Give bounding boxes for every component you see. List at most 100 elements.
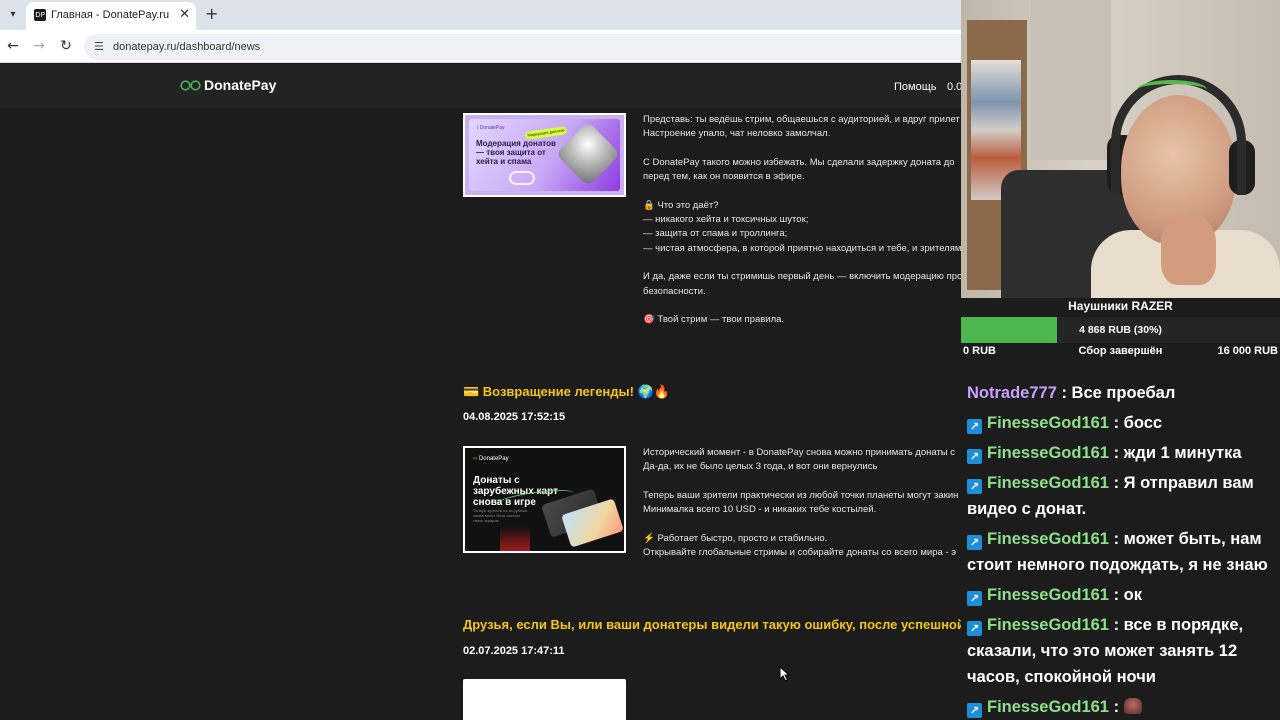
news-image[interactable]	[463, 679, 626, 720]
news-body-line: Настроение упало, чат неловко замолчал.	[643, 128, 831, 140]
news-body-line: безопасности.	[643, 285, 706, 297]
mouse-cursor-icon	[779, 666, 791, 682]
news-body-line	[643, 517, 958, 531]
chat-message: ↗ FinesseGod161 : жди 1 минутка	[961, 438, 1280, 468]
banner-logo: ∞ DonatePay	[473, 456, 509, 462]
news-title[interactable]: 💳 Возвращение легенды! 🌍🔥	[463, 384, 670, 400]
news-body-line: — защита от спама и троллинга;	[643, 228, 788, 240]
news-image[interactable]: ∞ DonatePay Донаты с зарубежных карт сно…	[463, 446, 626, 553]
chat-message: ↗ FinesseGod161 : все в порядке, сказали,…	[961, 610, 1280, 692]
news-feed: / DonatePay Модерация донатов Модерация …	[0, 108, 961, 720]
news-body-line: 🔒 Что это даёт?	[643, 199, 719, 211]
logo-text[interactable]: DonatePay	[204, 77, 276, 93]
chat-message: ↗ FinesseGod161 : босс	[961, 408, 1280, 438]
forward-arrow-icon[interactable]: →	[30, 37, 48, 55]
chat-text: босс	[1123, 414, 1163, 432]
browser-toolbar: ← → ↻ ☰ donatepay.ru/dashboard/news	[0, 30, 961, 63]
chat-username: FinesseGod161	[987, 474, 1109, 492]
nav-help-link[interactable]: Помощь	[894, 81, 937, 93]
prime-badge-icon: ↗	[967, 621, 982, 636]
chat-separator: :	[1056, 384, 1072, 402]
chain-icon	[509, 171, 535, 185]
site-info-icon[interactable]: ☰	[94, 40, 104, 54]
chat-username: FinesseGod161	[987, 444, 1109, 462]
goal-progress-bar: 4 868 RUB (30%)	[961, 317, 1280, 343]
prime-badge-icon: ↗	[967, 449, 982, 464]
news-image[interactable]: / DonatePay Модерация донатов Модерация …	[463, 113, 626, 197]
goal-amount: 4 868 RUB (30%)	[1079, 324, 1162, 336]
news-title[interactable]: Друзья, если Вы, или ваши донатеры видел…	[463, 617, 961, 632]
chat-username: FinesseGod161	[987, 616, 1109, 634]
goal-title: Наушники RAZER	[961, 298, 1280, 314]
news-body-line	[643, 142, 961, 156]
chat-separator: :	[1108, 414, 1124, 432]
webcam-feed	[961, 0, 1280, 298]
reload-icon[interactable]: ↻	[57, 37, 75, 55]
news-body-line: И да, даже если ты стримишь первый день …	[643, 271, 961, 283]
chat-separator: :	[1108, 698, 1124, 716]
news-body-line: Да-да, их не было целых 3 года, и вот он…	[643, 461, 878, 473]
chat-message: ↗ FinesseGod161 : Я отправил вам видео с …	[961, 468, 1280, 524]
news-date: 02.07.2025 17:47:11	[463, 645, 565, 657]
news-body-line: 🎯 Твой стрим — твои правила.	[643, 314, 785, 326]
chat-separator: :	[1108, 444, 1124, 462]
chat-separator: :	[1108, 586, 1124, 604]
prime-badge-icon: ↗	[967, 419, 982, 434]
back-arrow-icon[interactable]: ←	[4, 37, 22, 55]
news-body-line: Представь: ты ведёшь стрим, общаешься с …	[643, 114, 960, 125]
balance-value[interactable]: 0.0	[947, 81, 961, 93]
news-date: 04.08.2025 17:52:15	[463, 411, 566, 423]
news-body-line: перед тем, как он появится в эфире.	[643, 171, 805, 183]
prime-badge-icon: ↗	[967, 703, 982, 718]
tab-strip: ▾ DP Главная - DonatePay.ru ✕ +	[0, 0, 961, 30]
emote-icon	[1123, 698, 1142, 714]
chat-message: Notrade777 : Все проебал	[961, 378, 1280, 408]
stream-overlay: Наушники RAZER 4 868 RUB (30%) 0 RUB Сбо…	[961, 0, 1280, 720]
chat-separator: :	[1108, 474, 1124, 492]
chat-username: FinesseGod161	[987, 530, 1109, 548]
chat-message: ↗ FinesseGod161 :	[961, 692, 1280, 720]
news-body-line: — чистая атмосфера, в которой приятно на…	[643, 242, 961, 254]
prime-badge-icon: ↗	[967, 479, 982, 494]
chat-username: FinesseGod161	[987, 698, 1109, 716]
chat-log: Notrade777 : Все проебал ↗ FinesseGod161 :…	[961, 378, 1280, 720]
bars-decoration	[500, 526, 530, 551]
news-body-line: Исторический момент - в DonatePay снова …	[643, 447, 956, 458]
chat-username: FinesseGod161	[987, 586, 1109, 604]
site-header: DonatePay Помощь 0.0	[0, 64, 961, 108]
chevron-down-icon[interactable]: ▾	[4, 6, 22, 24]
chat-text: Все проебал	[1071, 384, 1176, 402]
tab-title: Главная - DonatePay.ru	[51, 9, 170, 21]
logo-icon[interactable]	[180, 80, 202, 91]
chat-separator: :	[1108, 530, 1124, 548]
news-body-line: С DonatePay такого можно избежать. Мы сд…	[643, 156, 955, 168]
goal-max: 16 000 RUB	[1217, 345, 1278, 357]
news-body: Представь: ты ведёшь стрим, общаешься с …	[643, 113, 961, 327]
address-bar[interactable]: ☰ donatepay.ru/dashboard/news	[84, 34, 961, 60]
chat-separator: :	[1108, 616, 1124, 634]
news-body-line	[643, 475, 958, 489]
tab-active[interactable]: DP Главная - DonatePay.ru ✕	[26, 2, 196, 30]
banner-title: Модерация донатов — твоя защита от хейта…	[476, 139, 556, 166]
banner-badge: Модерация донатов	[524, 126, 568, 140]
chat-message: ↗ FinesseGod161 : ок	[961, 580, 1280, 610]
news-body-line	[643, 256, 961, 270]
chat-username: Notrade777	[967, 384, 1057, 402]
chat-username: FinesseGod161	[987, 414, 1109, 432]
news-body-line: Минималка всего 10 USD - и никаких тебе …	[643, 504, 877, 516]
chat-text: жди 1 минутка	[1123, 444, 1242, 462]
favicon-icon: DP	[34, 9, 46, 21]
prime-badge-icon: ↗	[967, 535, 982, 550]
plus-icon[interactable]: +	[205, 4, 219, 24]
news-image-banner: / DonatePay Модерация донатов Модерация …	[469, 119, 621, 191]
news-body-line	[643, 299, 961, 313]
browser-window: ▾ DP Главная - DonatePay.ru ✕ + ← → ↻ ☰ …	[0, 0, 961, 720]
news-body-line: — никакого хейта и токсичных шуток;	[643, 214, 809, 226]
url-text: donatepay.ru/dashboard/news	[113, 41, 261, 53]
prime-badge-icon: ↗	[967, 591, 982, 606]
chat-message: ↗ FinesseGod161 : может быть, нам стоит н…	[961, 524, 1280, 580]
banner-label: / DonatePay	[477, 125, 505, 131]
news-body-line: Открывайте глобальные стримы и собирайте…	[643, 547, 957, 559]
close-icon[interactable]: ✕	[179, 7, 190, 23]
news-body: Исторический момент - в DonatePay снова …	[643, 446, 958, 560]
